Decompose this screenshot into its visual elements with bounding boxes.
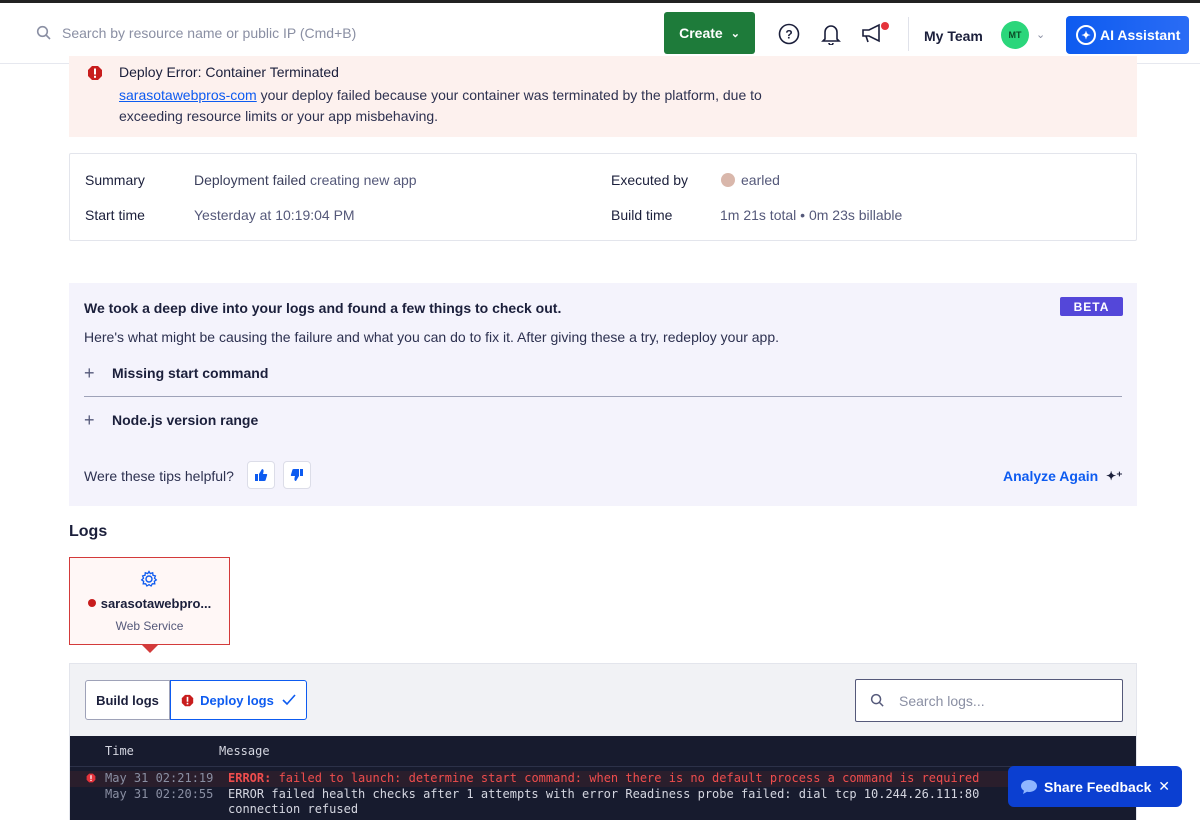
log-row: connection refused bbox=[70, 802, 1136, 818]
service-type: Web Service bbox=[115, 619, 184, 633]
avatar[interactable]: MT bbox=[1001, 21, 1029, 49]
summary-label: Summary bbox=[85, 172, 145, 188]
log-insights-panel: We took a deep dive into your logs and f… bbox=[69, 283, 1137, 506]
insights-subtitle: Here's what might be causing the failure… bbox=[84, 329, 780, 345]
help-icon[interactable]: ? bbox=[778, 23, 800, 45]
chevron-down-icon: ⌄ bbox=[730, 27, 740, 40]
ai-sparkle-icon: ✦ bbox=[1076, 25, 1096, 45]
log-row: May 31 02:21:19 ERROR: failed to launch:… bbox=[70, 771, 1136, 787]
sparkle-icon: ✦⁺ bbox=[1106, 469, 1123, 483]
log-message: ERROR: failed to launch: determine start… bbox=[228, 771, 979, 785]
deploy-logs-label: Deploy logs bbox=[200, 692, 274, 708]
top-bar: Search by resource name or public IP (Cm… bbox=[0, 0, 1200, 64]
team-name[interactable]: My Team bbox=[924, 28, 983, 44]
global-search[interactable]: Search by resource name or public IP (Cm… bbox=[36, 25, 356, 41]
thumbs-up-button[interactable] bbox=[247, 461, 275, 489]
error-banner: Deploy Error: Container Terminated saras… bbox=[69, 56, 1137, 137]
deployment-summary: Summary Deployment failed creating new a… bbox=[69, 153, 1137, 241]
search-icon bbox=[870, 693, 884, 707]
log-time: May 31 02:21:19 bbox=[105, 771, 214, 785]
service-name-text: sarasotawebpro... bbox=[100, 596, 212, 611]
logs-panel: Build logs Deploy logs Search logs... Ti… bbox=[69, 663, 1137, 820]
error-hexagon-icon bbox=[86, 773, 96, 783]
log-search-placeholder: Search logs... bbox=[899, 692, 985, 709]
bell-icon[interactable] bbox=[821, 23, 841, 45]
error-message: sarasotawebpros-com your deploy failed b… bbox=[119, 85, 799, 127]
start-time-label: Start time bbox=[85, 207, 145, 223]
column-header-time: Time bbox=[105, 744, 134, 758]
checkmark-icon bbox=[282, 694, 296, 706]
plus-icon: + bbox=[84, 363, 95, 383]
log-level: ERROR: bbox=[228, 771, 272, 785]
summary-status: Deployment failed bbox=[194, 172, 307, 188]
plus-icon: + bbox=[84, 410, 95, 430]
search-placeholder: Search by resource name or public IP (Cm… bbox=[62, 25, 357, 41]
executed-by-value: earled bbox=[721, 172, 780, 188]
close-icon[interactable]: ✕ bbox=[1158, 778, 1170, 795]
tip-nodejs-version-range[interactable]: + Node.js version range bbox=[84, 409, 258, 431]
executed-by-label: Executed by bbox=[611, 172, 689, 188]
selected-indicator bbox=[142, 645, 158, 653]
insights-title: We took a deep dive into your logs and f… bbox=[84, 300, 562, 316]
search-icon bbox=[36, 25, 51, 40]
tab-deploy-logs[interactable]: Deploy logs bbox=[170, 680, 307, 720]
tip-missing-start-command[interactable]: + Missing start command bbox=[84, 362, 268, 384]
chat-bubble-icon bbox=[1021, 779, 1037, 794]
tab-build-logs[interactable]: Build logs bbox=[85, 680, 170, 720]
thumbs-down-button[interactable] bbox=[283, 461, 311, 489]
share-feedback-label: Share Feedback bbox=[1044, 778, 1152, 795]
thumbs-down-icon bbox=[290, 469, 303, 481]
service-name: sarasotawebpro... bbox=[70, 596, 229, 611]
header-divider bbox=[70, 766, 1136, 767]
create-label: Create bbox=[679, 25, 723, 41]
thumbs-up-icon bbox=[255, 469, 268, 481]
ai-assistant-label: AI Assistant bbox=[1100, 27, 1181, 43]
error-hexagon-icon bbox=[88, 66, 102, 80]
build-time-value: 1m 21s total • 0m 23s billable bbox=[720, 207, 903, 223]
log-search-input[interactable]: Search logs... bbox=[855, 679, 1123, 722]
svg-text:?: ? bbox=[785, 28, 792, 42]
executed-by-user: earled bbox=[741, 172, 780, 188]
log-message: connection refused bbox=[228, 802, 359, 816]
column-header-message: Message bbox=[219, 744, 270, 758]
service-card[interactable]: sarasotawebpro... Web Service bbox=[69, 557, 230, 645]
beta-badge: BETA bbox=[1060, 297, 1123, 316]
log-text: failed to launch: determine start comman… bbox=[271, 771, 980, 785]
create-button[interactable]: Create ⌄ bbox=[664, 12, 755, 54]
logs-heading: Logs bbox=[69, 523, 108, 540]
user-avatar bbox=[721, 173, 735, 187]
gear-icon bbox=[140, 570, 158, 587]
error-title: Deploy Error: Container Terminated bbox=[119, 64, 339, 80]
summary-status-detail: creating new app bbox=[306, 172, 417, 188]
log-message: ERROR failed health checks after 1 attem… bbox=[228, 787, 980, 801]
header-divider bbox=[908, 17, 909, 51]
helpful-question: Were these tips helpful? bbox=[84, 468, 234, 484]
tip-label: Node.js version range bbox=[112, 412, 259, 428]
build-time-label: Build time bbox=[611, 207, 673, 223]
log-time: May 31 02:20:55 bbox=[105, 787, 214, 801]
log-terminal[interactable]: Time Message May 31 02:21:19 ERROR: fail… bbox=[70, 736, 1136, 820]
share-feedback-button[interactable]: Share Feedback ✕ bbox=[1008, 766, 1182, 807]
error-status-icon bbox=[87, 599, 96, 607]
chevron-down-icon[interactable]: ⌄ bbox=[1036, 28, 1045, 41]
analyze-again-label: Analyze Again bbox=[1003, 468, 1099, 484]
app-link[interactable]: sarasotawebpros-com bbox=[119, 87, 257, 103]
tip-label: Missing start command bbox=[112, 365, 269, 381]
log-row: May 31 02:20:55 ERROR failed health chec… bbox=[70, 787, 1136, 803]
tip-divider bbox=[84, 396, 1122, 397]
summary-value: Deployment failed creating new app bbox=[194, 172, 417, 188]
megaphone-icon[interactable] bbox=[860, 21, 890, 45]
start-time-value: Yesterday at 10:19:04 PM bbox=[194, 207, 355, 223]
error-hexagon-icon bbox=[181, 694, 194, 706]
ai-assistant-button[interactable]: ✦ AI Assistant bbox=[1066, 16, 1189, 54]
analyze-again-button[interactable]: Analyze Again ✦⁺ bbox=[1003, 468, 1123, 484]
